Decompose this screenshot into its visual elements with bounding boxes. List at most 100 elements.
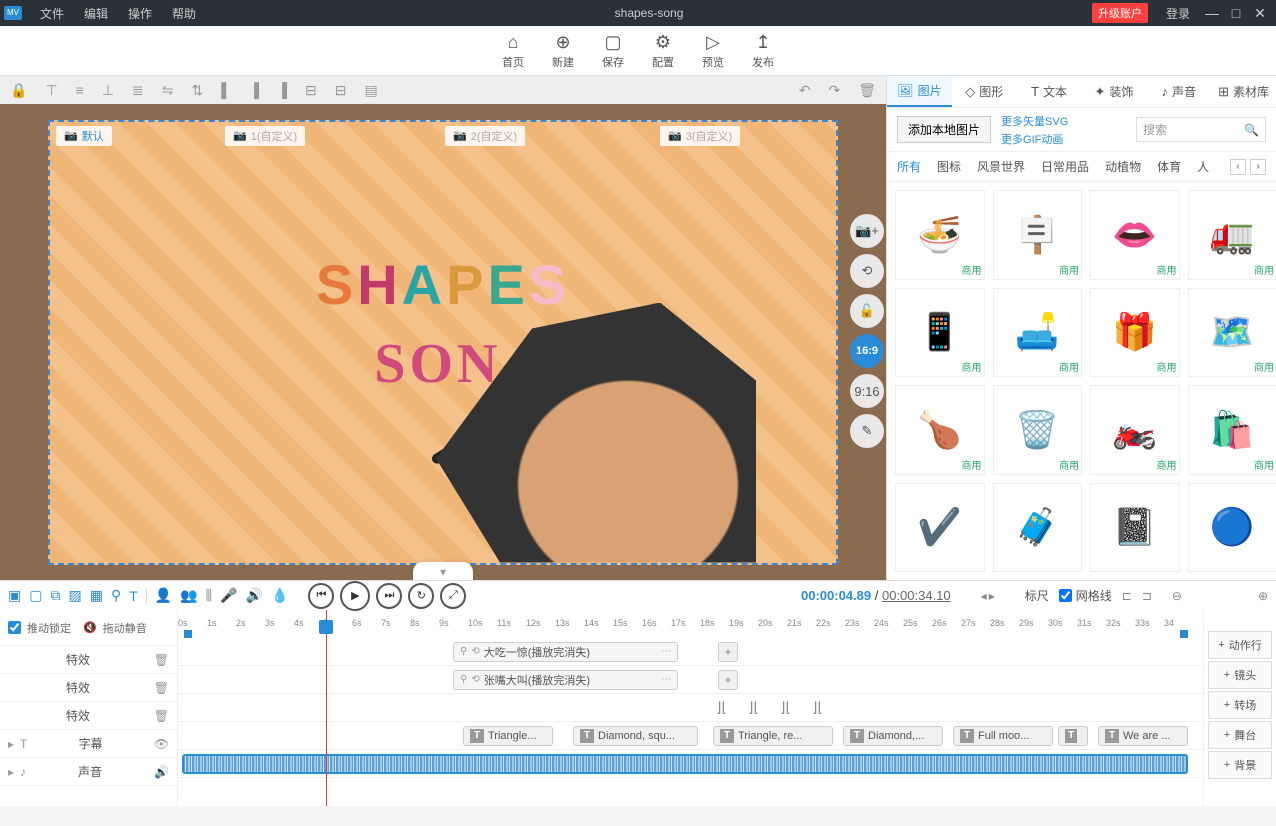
link-more-svg[interactable]: 更多矢量SVG — [1001, 113, 1068, 129]
cat-icons[interactable]: 图标 — [937, 158, 961, 175]
step-back-icon[interactable]: ◂ — [981, 589, 987, 603]
tool-copy-icon[interactable]: ⧉ — [50, 587, 60, 604]
effect-clip-2[interactable]: ⚲⟲张嘴大叫(播放完消失)⋯ — [453, 670, 678, 690]
loop-button[interactable]: ↻ — [408, 583, 434, 609]
marker-end[interactable] — [1180, 630, 1188, 638]
tool-cut-icon[interactable]: ▨ — [68, 587, 81, 604]
layer-icon[interactable]: ▤ — [364, 82, 377, 99]
subtitle-clip[interactable]: TDiamond,... — [843, 726, 943, 746]
add-action-row-button[interactable]: + 动作行 — [1208, 631, 1272, 659]
add-stage-button[interactable]: + 舞台 — [1208, 721, 1272, 749]
camera-default[interactable]: 📷 默认 — [56, 126, 112, 146]
speaker-icon[interactable]: 🔊 — [154, 765, 169, 779]
add-camera-button[interactable]: + 镜头 — [1208, 661, 1272, 689]
asset-item[interactable]: 🛋️商用 — [993, 288, 1083, 378]
asset-item[interactable]: 🍜商用 — [895, 190, 985, 280]
asset-item[interactable]: 🚛商用 — [1188, 190, 1276, 280]
trash-icon[interactable]: 🗑 — [154, 653, 169, 667]
distribute-v-icon[interactable]: ⊟ — [335, 82, 347, 99]
camera-add-icon[interactable]: 📷+ — [850, 214, 884, 248]
next-button[interactable]: ⏭ — [376, 583, 402, 609]
tool-person-icon[interactable]: 👤 — [155, 587, 172, 604]
subtitle-clip[interactable]: TDiamond, squ... — [573, 726, 698, 746]
asset-item[interactable]: 📱商用 — [895, 288, 985, 378]
align-right-icon[interactable]: ▐ — [277, 82, 287, 98]
search-input[interactable]: 搜索🔍 — [1136, 117, 1266, 142]
tab-decor[interactable]: ✦装饰 — [1081, 76, 1146, 107]
asset-item[interactable]: 🗑️商用 — [993, 385, 1083, 475]
timeline-tracks[interactable]: 0s1s2s3s4s5s6s7s8s9s10s11s12s13s14s15s16… — [178, 610, 1203, 806]
lock-icon[interactable]: 🔒 — [10, 82, 27, 99]
subtitle-clip[interactable]: T — [1058, 726, 1088, 746]
bracket-icon[interactable]: ⌋⌊ — [748, 699, 759, 716]
camera-1[interactable]: 📷 1(自定义) — [225, 126, 305, 146]
snap2-icon[interactable]: ⊐ — [1142, 589, 1152, 603]
prev-button[interactable]: ⏮ — [308, 583, 334, 609]
tab-shape[interactable]: ◇图形 — [952, 76, 1017, 107]
marker-start[interactable] — [184, 630, 192, 638]
tool-mic-icon[interactable]: 🎤 — [220, 587, 237, 604]
close-icon[interactable]: ✕ — [1248, 5, 1272, 22]
tab-sound[interactable]: ♪声音 — [1146, 76, 1211, 107]
edit-icon[interactable]: ✎ — [850, 414, 884, 448]
cat-people[interactable]: 人 — [1197, 158, 1209, 175]
link-more-gif[interactable]: 更多GIF动画 — [1001, 131, 1068, 147]
play-button[interactable]: ▶ — [340, 581, 370, 611]
grid-checkbox[interactable]: 网格线 — [1059, 587, 1112, 604]
tab-library[interactable]: ⊞素材库 — [1211, 76, 1276, 107]
tool-camera-icon[interactable]: ▣ — [8, 587, 21, 604]
bracket-icon[interactable]: ⌋⌊ — [812, 699, 823, 716]
cat-prev-icon[interactable]: ‹ — [1230, 159, 1246, 175]
toolbar-save[interactable]: ▢保存 — [602, 32, 624, 70]
align-top-icon[interactable]: ⊤ — [45, 82, 57, 99]
menu-action[interactable]: 操作 — [118, 5, 162, 22]
delete-icon[interactable]: 🗑 — [858, 82, 876, 99]
flip-h-icon[interactable]: ⇋ — [162, 82, 174, 99]
align-middle-icon[interactable]: ≡ — [76, 82, 84, 98]
redo-icon[interactable]: ↷ — [828, 82, 840, 99]
tab-text[interactable]: T文本 — [1017, 76, 1082, 107]
menu-help[interactable]: 帮助 — [162, 5, 206, 22]
unlock-icon[interactable]: 🔓 — [850, 294, 884, 328]
cat-sports[interactable]: 体育 — [1157, 158, 1181, 175]
flip-v-icon[interactable]: ⇅ — [191, 82, 203, 99]
toolbar-home[interactable]: ⌂首页 — [502, 32, 524, 70]
align-left-icon[interactable]: ▌ — [221, 82, 231, 98]
cat-nature[interactable]: 动植物 — [1105, 158, 1141, 175]
effect-clip-1[interactable]: ⚲⟲大吃一惊(播放完消失)⋯ — [453, 642, 678, 662]
playhead[interactable] — [326, 610, 327, 806]
tool-text-icon[interactable]: T — [129, 588, 138, 604]
asset-item[interactable]: ✔️ — [895, 483, 985, 573]
subtitle-clip[interactable]: TTriangle, re... — [713, 726, 833, 746]
subtitle-clip[interactable]: TFull moo... — [953, 726, 1053, 746]
expand-icon[interactable]: ▸ — [8, 737, 14, 751]
camera-2[interactable]: 📷 2(自定义) — [445, 126, 525, 146]
undo-icon[interactable]: ↶ — [799, 82, 811, 99]
align-hcenter-icon[interactable]: ▐ — [249, 82, 259, 98]
upgrade-button[interactable]: 升级账户 — [1092, 3, 1148, 23]
trash-icon[interactable]: 🗑 — [154, 709, 169, 723]
bracket-icon[interactable]: ⌋⌊ — [780, 699, 791, 716]
asset-item[interactable]: 👄商用 — [1090, 190, 1180, 280]
zoom-out-icon[interactable]: ⊖ — [1172, 589, 1182, 603]
asset-item[interactable]: 🗺️商用 — [1188, 288, 1276, 378]
camera-3[interactable]: 📷 3(自定义) — [660, 126, 740, 146]
add-effect-1[interactable]: + — [718, 642, 738, 662]
add-transition-button[interactable]: + 转场 — [1208, 691, 1272, 719]
add-local-image-button[interactable]: 添加本地图片 — [897, 116, 991, 143]
tool-search-icon[interactable]: ⚲ — [111, 587, 121, 604]
tool-bars-icon[interactable]: ⫼ — [206, 587, 212, 604]
ratio-9-16[interactable]: 9:16 — [850, 374, 884, 408]
align-bottom-icon[interactable]: ⊥ — [102, 82, 114, 99]
step-fwd-icon[interactable]: ▸ — [989, 589, 995, 603]
add-background-button[interactable]: + 背景 — [1208, 751, 1272, 779]
toolbar-config[interactable]: ⚙配置 — [652, 32, 674, 70]
trash-icon[interactable]: 🗑 — [154, 681, 169, 695]
asset-item[interactable]: 🏍️商用 — [1090, 385, 1180, 475]
push-lock-checkbox[interactable] — [8, 621, 21, 634]
refresh-icon[interactable]: ⟲ — [850, 254, 884, 288]
maximize-icon[interactable]: □ — [1224, 5, 1248, 21]
eye-icon[interactable]: 👁 — [154, 737, 169, 751]
asset-item[interactable]: 🛍️商用 — [1188, 385, 1276, 475]
subtitle-clip[interactable]: TWe are ... — [1098, 726, 1188, 746]
